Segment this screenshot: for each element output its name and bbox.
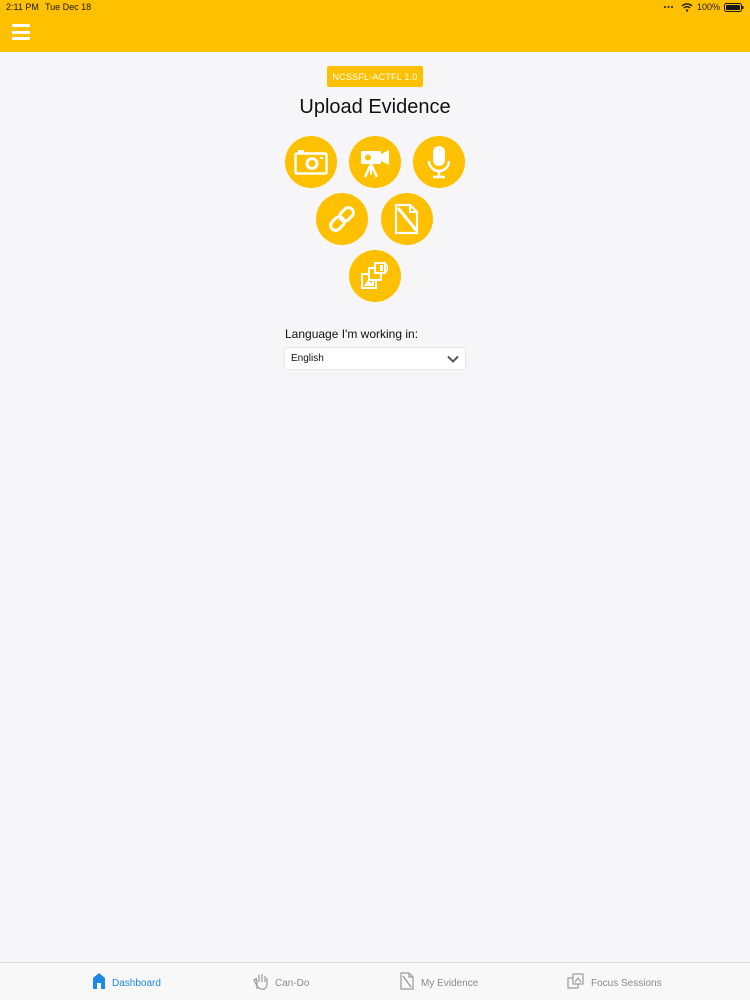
focus-icon: [567, 972, 585, 995]
wifi-icon: [681, 2, 693, 12]
video-camera-icon: [361, 150, 389, 178]
upload-link-button[interactable]: [316, 193, 368, 245]
edit-document-icon: [394, 203, 419, 235]
tab-label: Dashboard: [112, 977, 161, 989]
app-header: 2:11 PM Tue Dec 18 100%: [0, 0, 750, 52]
upload-video-button[interactable]: [349, 136, 401, 188]
upload-audio-button[interactable]: [413, 136, 465, 188]
language-label: Language I'm working in:: [285, 327, 419, 341]
chevron-down-icon: [447, 350, 459, 368]
app-window: 2:11 PM Tue Dec 18 100% NCSSFL-ACTFL 1.0…: [0, 0, 750, 1000]
link-icon: [329, 206, 355, 232]
tab-can-do[interactable]: Can-Do: [253, 971, 309, 995]
status-indicators: 100%: [663, 2, 744, 12]
upload-photo-button[interactable]: [285, 136, 337, 188]
camera-icon: [294, 150, 328, 175]
upload-media-button[interactable]: [349, 250, 401, 302]
battery-icon: [724, 2, 744, 12]
signal-dots-icon: [663, 4, 677, 10]
tab-dashboard[interactable]: Dashboard: [92, 971, 161, 995]
tab-label: Focus Sessions: [591, 977, 662, 989]
main-content: NCSSFL-ACTFL 1.0 Upload Evidence Languag…: [0, 52, 750, 962]
status-time: 2:11 PM: [6, 2, 39, 12]
tab-my-evidence[interactable]: My Evidence: [399, 971, 478, 995]
tab-label: My Evidence: [421, 977, 479, 989]
hamburger-icon[interactable]: [12, 24, 34, 40]
language-select[interactable]: English: [284, 347, 466, 370]
tab-focus-sessions[interactable]: Focus Sessions: [567, 971, 662, 995]
upload-text-button[interactable]: [381, 193, 433, 245]
version-badge[interactable]: NCSSFL-ACTFL 1.0: [327, 66, 423, 87]
language-select-value: English: [291, 353, 324, 364]
battery-percent: 100%: [696, 2, 720, 12]
media-gallery-icon: [361, 262, 389, 289]
tab-bar: Dashboard Can-Do My Evidence Focus Sessi…: [0, 962, 750, 1000]
tab-label: Can-Do: [275, 977, 310, 989]
page-title: Upload Evidence: [299, 96, 451, 118]
document-icon: [399, 971, 415, 995]
status-bar: 2:11 PM Tue Dec 18 100%: [0, 0, 750, 14]
status-date: Tue Dec 18: [45, 2, 92, 12]
home-icon: [92, 972, 106, 995]
hand-icon: [253, 972, 269, 995]
microphone-icon: [427, 146, 451, 179]
